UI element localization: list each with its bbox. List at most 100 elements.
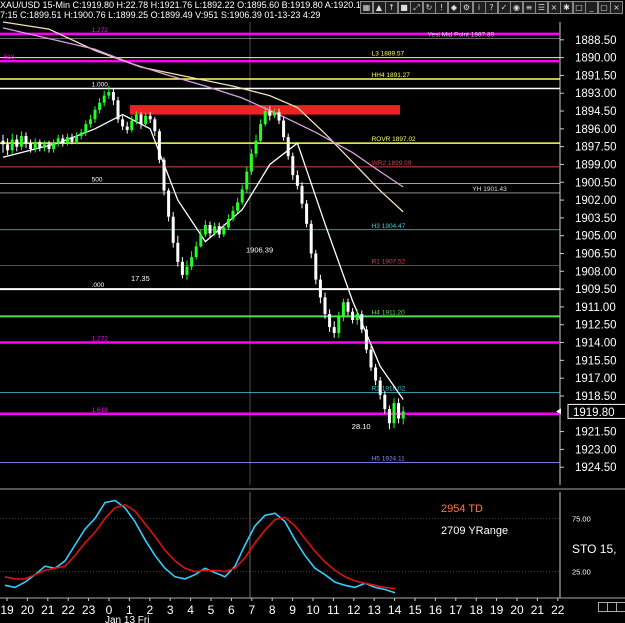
candle-body[interactable] [24, 135, 28, 144]
candle-body[interactable] [341, 302, 345, 317]
time-tick-label: 4 [187, 603, 194, 617]
candle-body[interactable] [300, 185, 304, 204]
candle-body[interactable] [328, 314, 332, 328]
candle-body[interactable] [185, 266, 189, 275]
candle-body[interactable] [208, 225, 212, 234]
candle-body[interactable] [397, 403, 401, 419]
stochastic-line[interactable] [4, 499, 396, 594]
candle-body[interactable] [346, 302, 350, 312]
candle-body[interactable] [226, 219, 230, 228]
candle-body[interactable] [291, 156, 295, 176]
candle-body[interactable] [272, 112, 276, 116]
candle-body[interactable] [351, 311, 355, 320]
candle-body[interactable] [387, 409, 391, 424]
stochastic-line[interactable] [4, 503, 396, 590]
candle-body[interactable] [199, 234, 203, 247]
moving-average-line[interactable] [2, 113, 404, 400]
candle-body[interactable] [194, 246, 198, 258]
candle-body[interactable] [10, 139, 14, 151]
panel-close-icon[interactable] [616, 602, 625, 612]
price-tick-label: 1909.50 [575, 284, 617, 296]
candle-body[interactable] [75, 135, 79, 142]
candle-body[interactable] [88, 119, 92, 125]
price-tick-label: 1924.50 [575, 462, 617, 474]
candle-body[interactable] [130, 120, 134, 131]
candle-body[interactable] [102, 95, 106, 103]
candle-body[interactable] [268, 111, 272, 116]
candle-body[interactable] [111, 92, 115, 101]
candle-body[interactable] [337, 316, 341, 334]
candle-body[interactable] [314, 253, 318, 280]
chart-canvas[interactable]: 1.272 Yest Mid Point 1887.89 L3 1889.57 .61… [0, 0, 625, 623]
candle-body[interactable] [42, 144, 46, 148]
candle-body[interactable] [236, 202, 240, 211]
candle-body[interactable] [19, 135, 23, 147]
candle-body[interactable] [392, 403, 396, 424]
candle-body[interactable] [84, 124, 88, 133]
price-panel[interactable]: 1.272 Yest Mid Point 1887.89 L3 1889.57 .61… [0, 21, 625, 490]
candle-body[interactable] [277, 112, 281, 121]
candle-body[interactable] [79, 132, 83, 136]
stochastic-panel[interactable]: 75.00 25.00 2954 TD 2709 YRange STO 15, [0, 492, 625, 599]
candle-body[interactable] [107, 92, 111, 96]
candle-body[interactable] [29, 143, 33, 150]
candle-body[interactable] [401, 411, 405, 419]
candle-body[interactable] [282, 120, 286, 138]
candle-body[interactable] [332, 327, 336, 334]
candle-body[interactable] [15, 139, 19, 147]
candle-body[interactable] [70, 137, 74, 142]
candle-body[interactable] [383, 394, 387, 410]
candle-body[interactable] [6, 144, 10, 151]
candle-body[interactable] [61, 138, 65, 144]
candle-body[interactable] [116, 100, 120, 120]
candle-body[interactable] [47, 144, 51, 150]
candle-body[interactable] [360, 314, 364, 330]
candle-body[interactable] [139, 114, 143, 125]
candle-body[interactable] [286, 137, 290, 157]
candle-body[interactable] [134, 114, 138, 121]
candle-body[interactable] [33, 141, 37, 150]
level-label: R2 1918.02 [372, 385, 406, 392]
candle-body[interactable] [259, 124, 263, 141]
candle-body[interactable] [364, 329, 368, 350]
candle-body[interactable] [249, 153, 253, 172]
candle-body[interactable] [203, 225, 207, 235]
candle-body[interactable] [56, 138, 60, 144]
candle-body[interactable] [263, 111, 267, 125]
candle-body[interactable] [309, 223, 313, 254]
candle-body[interactable] [180, 261, 184, 275]
candle-body[interactable] [318, 279, 322, 298]
candle-body[interactable] [240, 189, 244, 203]
candle-body[interactable] [153, 119, 157, 132]
candle-body[interactable] [213, 226, 217, 234]
candle-body[interactable] [162, 159, 166, 191]
candle-body[interactable] [374, 367, 378, 381]
candle-body[interactable] [38, 141, 42, 148]
candle-body[interactable] [355, 314, 359, 320]
candle-body[interactable] [369, 349, 373, 368]
candle-body[interactable] [167, 190, 171, 217]
candle-body[interactable] [190, 257, 194, 267]
candle-body[interactable] [125, 126, 129, 131]
candle-body[interactable] [65, 137, 69, 144]
price-tick-label: 1921.50 [575, 427, 617, 439]
candle-body[interactable] [295, 175, 299, 186]
candle-body[interactable] [121, 119, 125, 127]
candle-body[interactable] [1, 140, 5, 145]
candle-body[interactable] [176, 242, 180, 262]
candle-body[interactable] [222, 227, 226, 235]
candle-body[interactable] [305, 203, 309, 224]
candle-body[interactable] [245, 171, 249, 190]
candle-body[interactable] [148, 115, 152, 120]
candle-body[interactable] [52, 143, 56, 150]
candle-body[interactable] [144, 115, 148, 125]
candle-body[interactable] [98, 102, 102, 110]
candle-body[interactable] [93, 109, 97, 120]
candle-body[interactable] [157, 131, 161, 160]
candle-body[interactable] [254, 140, 258, 154]
candle-body[interactable] [217, 226, 221, 235]
candle-body[interactable] [171, 216, 175, 243]
candle-body[interactable] [378, 380, 382, 395]
candle-body[interactable] [231, 210, 235, 220]
candle-body[interactable] [323, 297, 327, 315]
